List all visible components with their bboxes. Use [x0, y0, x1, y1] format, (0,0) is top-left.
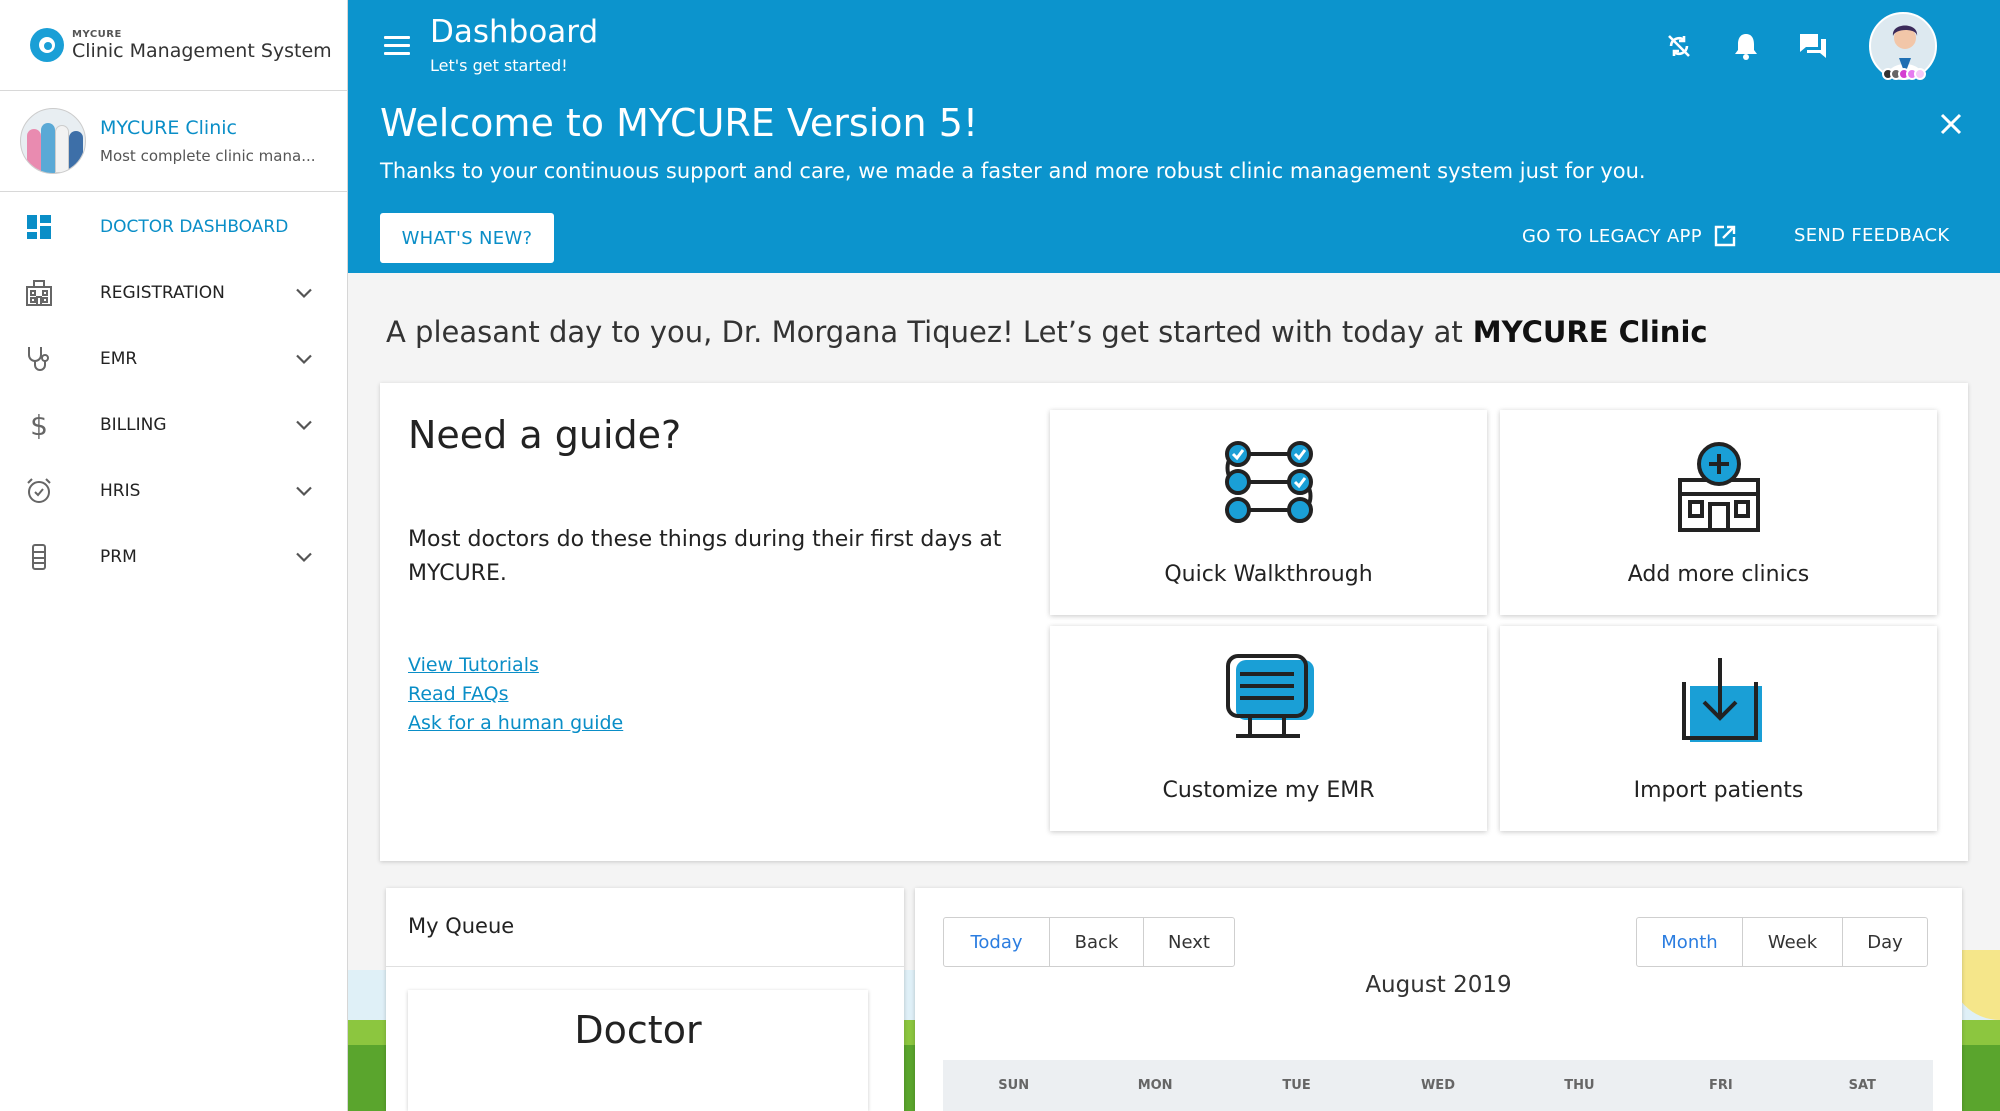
week-view-button[interactable]: Week: [1743, 918, 1843, 966]
sidebar-item-label: HRIS: [100, 481, 141, 501]
checklist-icon: [1214, 436, 1324, 536]
chevron-down-icon[interactable]: [296, 284, 312, 303]
tile-import-patients[interactable]: Import patients: [1500, 626, 1937, 831]
weekday-label: SAT: [1848, 1078, 1876, 1093]
tile-label: Quick Walkthrough: [1164, 562, 1373, 587]
weekday-label: MON: [1137, 1078, 1173, 1093]
device-icon: [24, 542, 54, 572]
clinic-avatar: [20, 108, 86, 174]
banner-title: Welcome to MYCURE Version 5!: [380, 101, 979, 145]
queue-doctor-card[interactable]: Doctor: [408, 990, 868, 1111]
welcome-banner: Welcome to MYCURE Version 5! Thanks to y…: [348, 91, 2000, 273]
back-button[interactable]: Back: [1050, 918, 1144, 966]
sidebar-item-registration[interactable]: REGISTRATION: [0, 260, 347, 326]
sidebar-item-hris[interactable]: HRIS: [0, 458, 347, 524]
open-external-icon: [1714, 225, 1736, 247]
weekday-label: THU: [1564, 1078, 1595, 1093]
view-tutorials-link[interactable]: View Tutorials: [408, 651, 623, 680]
chevron-down-icon[interactable]: [296, 350, 312, 369]
sidebar-item-emr[interactable]: EMR: [0, 326, 347, 392]
queue-title: My Queue: [408, 914, 515, 938]
building-icon: [24, 278, 54, 308]
sidebar-item-label: DOCTOR DASHBOARD: [100, 217, 289, 237]
import-icon: [1664, 652, 1774, 752]
brand-small: MYCURE: [72, 28, 122, 40]
whats-new-button[interactable]: WHAT'S NEW?: [380, 213, 554, 263]
status-indicator: [1882, 68, 1926, 80]
calendar-nav: Today Back Next: [943, 917, 1235, 967]
today-button[interactable]: Today: [944, 918, 1050, 966]
menu-icon[interactable]: [384, 36, 410, 56]
clinic-switcher[interactable]: MYCURE Clinic Most complete clinic mana.…: [0, 91, 347, 192]
weekday-label: WED: [1420, 1078, 1455, 1093]
sidebar: MYCURE Clinic Management System MYCURE C…: [0, 0, 348, 1111]
brand[interactable]: MYCURE Clinic Management System: [0, 0, 347, 91]
sync-off-icon[interactable]: [1662, 29, 1696, 63]
sidebar-item-label: REGISTRATION: [100, 283, 225, 303]
tile-customize-emr[interactable]: Customize my EMR: [1050, 626, 1487, 831]
topbar: Dashboard Let's get started!: [348, 0, 2000, 91]
weekday-label: TUE: [1282, 1078, 1311, 1093]
tile-add-clinics[interactable]: Add more clinics: [1500, 410, 1937, 615]
banner-text: Thanks to your continuous support and ca…: [380, 159, 1646, 183]
clinic-add-icon: [1664, 436, 1774, 536]
bell-icon[interactable]: [1729, 29, 1763, 63]
calendar-weekdays: SUN MON TUE WED THU FRI SAT: [943, 1060, 1933, 1111]
queue-card: My Queue Doctor: [386, 888, 904, 1111]
tile-label: Import patients: [1633, 778, 1804, 803]
guide-title: Need a guide?: [408, 413, 682, 457]
calendar-month: August 2019: [1365, 972, 1512, 998]
weekday-label: FRI: [1708, 1078, 1733, 1093]
clinic-name: MYCURE Clinic: [100, 117, 237, 139]
page-subtitle: Let's get started!: [430, 56, 568, 75]
chevron-down-icon[interactable]: [296, 482, 312, 501]
sidebar-item-label: PRM: [100, 547, 137, 567]
queue-doctor-label: Doctor: [574, 1008, 702, 1052]
alarm-clock-icon: [24, 476, 54, 506]
chevron-down-icon[interactable]: [296, 416, 312, 435]
stethoscope-icon: [24, 344, 54, 374]
legacy-app-link[interactable]: GO TO LEGACY APP: [1522, 225, 1736, 247]
dollar-icon: $: [30, 408, 48, 442]
close-icon[interactable]: [1938, 111, 1964, 137]
guide-card: Need a guide? Most doctors do these thin…: [380, 383, 1968, 861]
sidebar-item-label: EMR: [100, 349, 138, 369]
tile-label: Add more clinics: [1627, 562, 1810, 587]
read-faqs-link[interactable]: Read FAQs: [408, 680, 623, 709]
human-guide-link[interactable]: Ask for a human guide: [408, 709, 623, 738]
next-button[interactable]: Next: [1144, 918, 1234, 966]
tile-label: Customize my EMR: [1162, 778, 1375, 803]
sidebar-item-billing[interactable]: $ BILLING: [0, 392, 347, 458]
chevron-down-icon[interactable]: [296, 548, 312, 567]
calendar-card: Today Back Next Month Week Day August 20…: [915, 888, 1962, 1111]
page-title: Dashboard: [430, 14, 599, 50]
day-view-button[interactable]: Day: [1843, 918, 1927, 966]
sidebar-item-doctor-dashboard[interactable]: DOCTOR DASHBOARD: [0, 194, 347, 260]
greeting: A pleasant day to you, Dr. Morgana Tique…: [386, 315, 1708, 349]
greeting-text: A pleasant day to you, Dr. Morgana Tique…: [386, 315, 1463, 349]
brand-name: Clinic Management System: [72, 39, 332, 62]
weekday-label: SUN: [998, 1078, 1030, 1093]
monitor-settings-icon: [1214, 652, 1324, 752]
dashboard-icon: [24, 212, 54, 242]
guide-description: Most doctors do these things during thei…: [408, 527, 1002, 586]
sidebar-item-label: BILLING: [100, 415, 167, 435]
tile-quick-walkthrough[interactable]: Quick Walkthrough: [1050, 410, 1487, 615]
mycure-logo-icon: [30, 28, 64, 62]
send-feedback-link[interactable]: SEND FEEDBACK: [1794, 225, 1949, 246]
clinic-subtitle: Most complete clinic mana...: [100, 147, 316, 165]
legacy-app-label: GO TO LEGACY APP: [1522, 225, 1702, 247]
calendar-views: Month Week Day: [1636, 917, 1928, 967]
greeting-clinic: MYCURE Clinic: [1472, 315, 1708, 349]
sidebar-item-prm[interactable]: PRM: [0, 524, 347, 590]
month-view-button[interactable]: Month: [1637, 918, 1743, 966]
chat-icon[interactable]: [1796, 29, 1830, 63]
